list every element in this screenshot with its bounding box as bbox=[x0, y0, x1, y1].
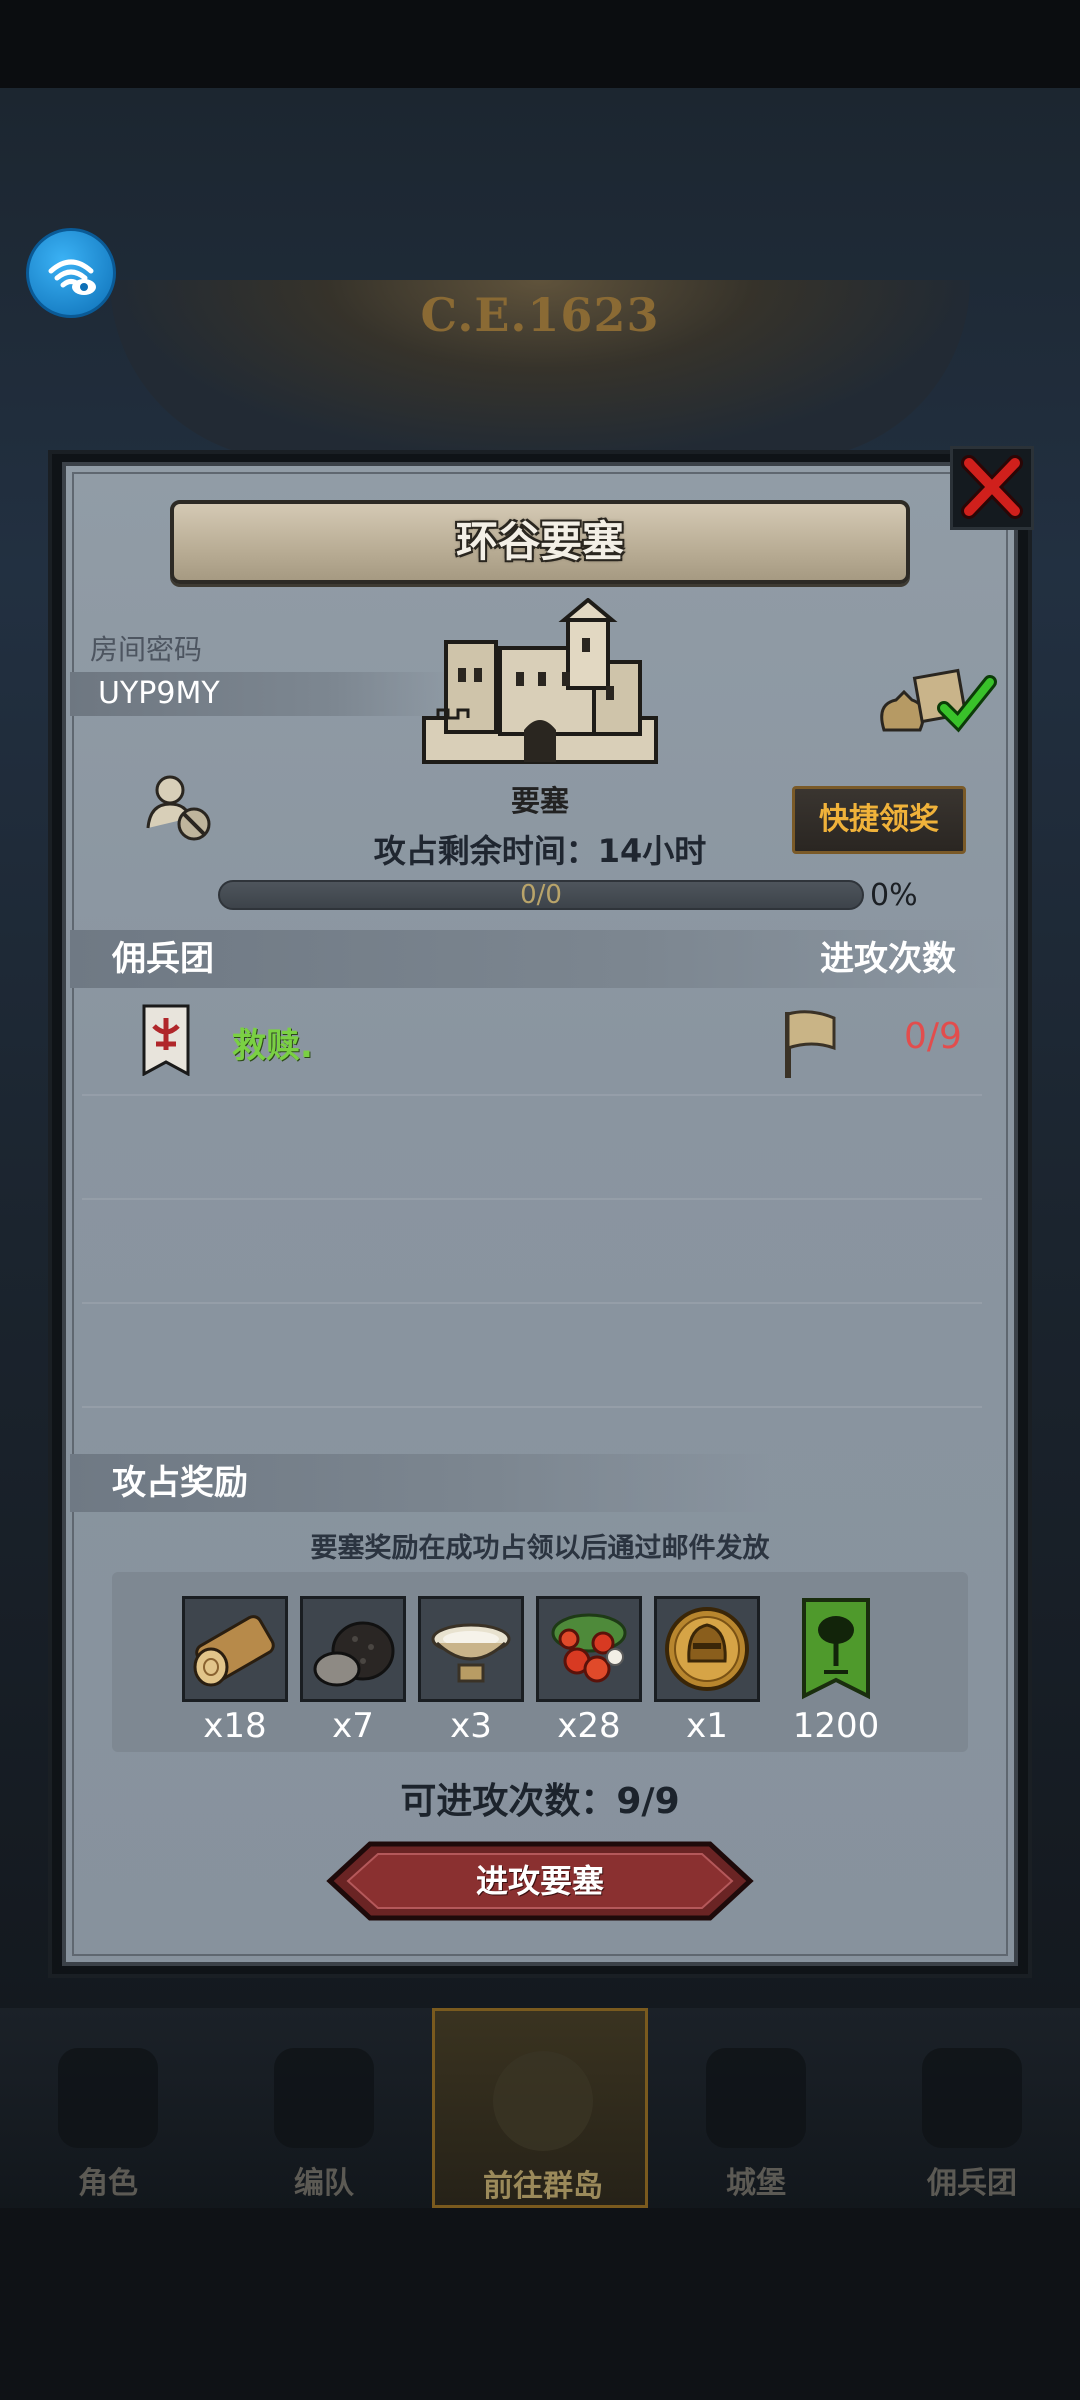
reward-qty: x1 bbox=[686, 1706, 728, 1746]
reward-item[interactable] bbox=[536, 1596, 642, 1702]
nav-character[interactable]: 角色 bbox=[0, 2008, 216, 2208]
fortress-type-label: 要塞 bbox=[510, 784, 569, 818]
reward-item[interactable] bbox=[654, 1596, 760, 1702]
wifi-eye-button[interactable] bbox=[26, 228, 116, 318]
log-icon bbox=[193, 1615, 275, 1687]
flag-icon bbox=[782, 1008, 838, 1080]
helmet-icon bbox=[274, 2048, 374, 2148]
castle-icon bbox=[706, 2048, 806, 2148]
reward-qty: x3 bbox=[450, 1706, 492, 1746]
reward-item[interactable] bbox=[800, 1596, 872, 1700]
anonymous-user-icon[interactable] bbox=[142, 772, 214, 842]
nav-castle[interactable]: 城堡 bbox=[648, 2008, 864, 2208]
rewards-header: 攻占奖励 bbox=[112, 1463, 248, 1503]
year-label: C.E.1623 bbox=[420, 288, 660, 342]
bottom-navigation: 角色 编队 前往群岛 城堡 佣兵团 bbox=[0, 2008, 1080, 2208]
nav-label: 城堡 bbox=[726, 2166, 786, 2201]
reward-item[interactable] bbox=[418, 1596, 524, 1702]
reward-qty: x7 bbox=[332, 1706, 374, 1746]
row-divider bbox=[82, 1198, 982, 1200]
capture-progress-percent: 0% bbox=[870, 878, 918, 913]
bowl-icon bbox=[431, 1623, 511, 1683]
close-button[interactable] bbox=[950, 446, 1034, 530]
helmet-medal-icon bbox=[665, 1607, 749, 1691]
available-attacks-text: 可进攻次数：9/9 bbox=[400, 1781, 680, 1822]
mercenary-icon bbox=[922, 2048, 1022, 2148]
tree-banner-icon bbox=[802, 1598, 870, 1700]
reward-qty: 1200 bbox=[792, 1706, 880, 1746]
rewards-note: 要塞奖励在成功占领以后通过邮件发放 bbox=[310, 1533, 770, 1564]
nav-mercenary[interactable]: 佣兵团 bbox=[864, 2008, 1080, 2208]
nav-islands[interactable]: 前往群岛 bbox=[432, 2008, 648, 2208]
nav-label: 角色 bbox=[78, 2166, 138, 2201]
globe-icon bbox=[493, 2051, 593, 2151]
nav-formation[interactable]: 编队 bbox=[216, 2008, 432, 2208]
row-divider bbox=[82, 1406, 982, 1408]
truffle-icon bbox=[313, 1621, 395, 1687]
dialog-title: 环谷要塞 bbox=[455, 517, 624, 566]
reward-item[interactable] bbox=[182, 1596, 288, 1702]
quick-claim-button[interactable]: 快捷领奖 bbox=[792, 786, 966, 854]
nav-label: 前往群岛 bbox=[483, 2169, 603, 2204]
close-icon bbox=[961, 455, 1023, 519]
capture-progress-text: 0/0 bbox=[520, 880, 562, 910]
room-password-label: 房间密码 bbox=[90, 633, 203, 666]
mercenary-attack-count: 0/9 bbox=[904, 1016, 962, 1057]
row-divider bbox=[82, 1302, 982, 1304]
knight-icon bbox=[58, 2048, 158, 2148]
status-bar-area bbox=[0, 0, 1080, 88]
reward-qty: x18 bbox=[203, 1706, 267, 1746]
mercenary-row[interactable] bbox=[70, 996, 1010, 1094]
mercenary-name: 救赎. bbox=[232, 1026, 313, 1066]
nav-label: 编队 bbox=[294, 2166, 354, 2201]
mercenary-header: 佣兵团 bbox=[112, 939, 214, 979]
guild-banner-icon bbox=[142, 1004, 190, 1077]
room-code[interactable]: UYP9MY bbox=[98, 674, 220, 714]
bottom-area bbox=[0, 2208, 1080, 2400]
berries-icon bbox=[551, 1613, 627, 1683]
reward-claimed-icon bbox=[874, 660, 998, 740]
remaining-time-text: 攻占剩余时间：14小时 bbox=[373, 832, 707, 870]
reward-qty: x28 bbox=[557, 1706, 621, 1746]
nav-label: 佣兵团 bbox=[927, 2166, 1017, 2201]
row-divider bbox=[82, 1094, 982, 1096]
attack-count-header: 进攻次数 bbox=[820, 939, 956, 979]
wifi-eye-icon bbox=[48, 259, 96, 295]
reward-item[interactable] bbox=[300, 1596, 406, 1702]
attack-fortress-label: 进攻要塞 bbox=[475, 1862, 604, 1900]
fortress-icon bbox=[418, 597, 662, 770]
